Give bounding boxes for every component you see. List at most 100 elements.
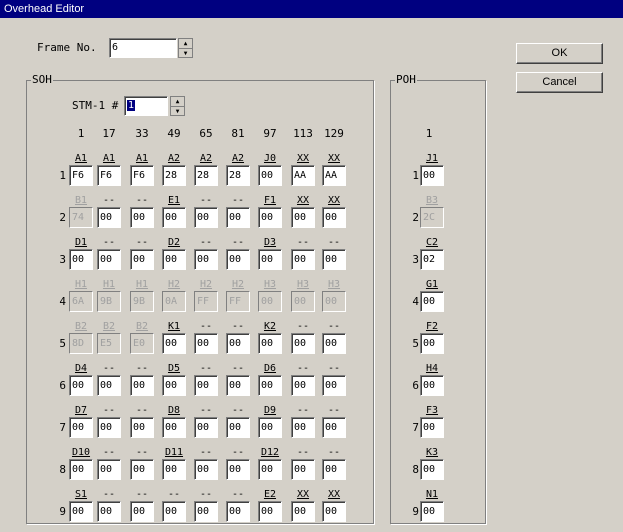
byte-field[interactable]: 00 <box>226 249 250 270</box>
byte-field[interactable]: 00 <box>258 207 282 228</box>
byte-field[interactable]: 00 <box>291 501 315 522</box>
byte-label: H1 <box>135 279 149 290</box>
byte-field[interactable]: 00 <box>194 417 218 438</box>
byte-label: K3 <box>425 447 439 458</box>
byte-field[interactable]: 00 <box>162 207 186 228</box>
byte-field: E5 <box>97 333 121 354</box>
byte-field[interactable]: 00 <box>194 249 218 270</box>
cancel-button[interactable]: Cancel <box>516 72 603 93</box>
byte-field[interactable]: 00 <box>194 207 218 228</box>
spin-down-icon[interactable]: ▼ <box>171 107 184 116</box>
byte-field[interactable]: 00 <box>226 501 250 522</box>
frame-number-input[interactable]: 6 <box>109 38 177 58</box>
byte-field[interactable]: 00 <box>69 375 93 396</box>
byte-field[interactable]: 00 <box>291 249 315 270</box>
byte-field[interactable]: 00 <box>130 375 154 396</box>
byte-field[interactable]: 02 <box>420 249 444 270</box>
byte-field[interactable]: 00 <box>420 501 444 522</box>
byte-label: D7 <box>74 405 88 416</box>
byte-field[interactable]: 00 <box>130 249 154 270</box>
byte-field[interactable]: 28 <box>162 165 186 186</box>
byte-field[interactable]: 00 <box>322 333 346 354</box>
byte-label: XX <box>296 489 310 500</box>
byte-field[interactable]: 00 <box>194 501 218 522</box>
byte-field[interactable]: 00 <box>162 501 186 522</box>
byte-field[interactable]: 00 <box>162 249 186 270</box>
byte-field[interactable]: AA <box>291 165 315 186</box>
spin-down-icon[interactable]: ▼ <box>179 49 192 58</box>
byte-label: XX <box>296 153 310 164</box>
byte-field[interactable]: 00 <box>162 375 186 396</box>
frame-number-spinner[interactable]: ▲ ▼ <box>178 38 193 58</box>
byte-field[interactable]: 00 <box>194 459 218 480</box>
spin-up-icon[interactable]: ▲ <box>171 97 184 107</box>
byte-field[interactable]: 00 <box>97 375 121 396</box>
byte-label: A2 <box>167 153 181 164</box>
byte-field[interactable]: 00 <box>291 375 315 396</box>
row-number: 3 <box>412 253 419 266</box>
byte-label: -- <box>199 405 213 416</box>
byte-field[interactable]: 00 <box>69 459 93 480</box>
byte-field[interactable]: 00 <box>162 333 186 354</box>
byte-field[interactable]: 00 <box>130 501 154 522</box>
byte-field[interactable]: 00 <box>97 249 121 270</box>
byte-field[interactable]: AA <box>322 165 346 186</box>
byte-field[interactable]: 00 <box>420 417 444 438</box>
byte-label: E2 <box>263 489 277 500</box>
byte-field[interactable]: 00 <box>258 417 282 438</box>
byte-field[interactable]: 00 <box>322 249 346 270</box>
byte-field[interactable]: 00 <box>130 459 154 480</box>
byte-field[interactable]: 00 <box>162 459 186 480</box>
ok-button[interactable]: OK <box>516 43 603 64</box>
byte-field[interactable]: 00 <box>258 165 282 186</box>
byte-field[interactable]: 00 <box>130 207 154 228</box>
soh-group-title: SOH <box>31 73 53 86</box>
byte-field[interactable]: 28 <box>226 165 250 186</box>
byte-field[interactable]: 00 <box>69 249 93 270</box>
stm-number-spinner[interactable]: ▲ ▼ <box>170 96 185 116</box>
column-number: 49 <box>167 127 181 140</box>
byte-field[interactable]: 00 <box>130 417 154 438</box>
byte-field[interactable]: 00 <box>322 459 346 480</box>
byte-field[interactable]: 00 <box>226 459 250 480</box>
byte-field[interactable]: 00 <box>420 165 444 186</box>
byte-field[interactable]: 00 <box>322 501 346 522</box>
stm-number-input[interactable]: 1 <box>124 96 168 116</box>
byte-field[interactable]: F6 <box>130 165 154 186</box>
byte-field[interactable]: 00 <box>69 501 93 522</box>
byte-field[interactable]: 28 <box>194 165 218 186</box>
byte-field[interactable]: 00 <box>291 459 315 480</box>
spin-up-icon[interactable]: ▲ <box>179 39 192 49</box>
byte-field[interactable]: 00 <box>258 333 282 354</box>
byte-label: XX <box>327 153 341 164</box>
byte-field[interactable]: 00 <box>322 417 346 438</box>
byte-field[interactable]: 00 <box>226 417 250 438</box>
byte-field[interactable]: 00 <box>420 459 444 480</box>
byte-field[interactable]: 00 <box>420 375 444 396</box>
byte-field[interactable]: 00 <box>291 417 315 438</box>
byte-field[interactable]: 00 <box>97 501 121 522</box>
byte-field[interactable]: F6 <box>69 165 93 186</box>
byte-field[interactable]: 00 <box>69 417 93 438</box>
byte-field[interactable]: F6 <box>97 165 121 186</box>
byte-label: -- <box>167 489 181 500</box>
byte-field[interactable]: 00 <box>258 249 282 270</box>
byte-field[interactable]: 00 <box>97 417 121 438</box>
byte-field[interactable]: 00 <box>420 291 444 312</box>
byte-field[interactable]: 00 <box>322 207 346 228</box>
byte-field[interactable]: 00 <box>258 459 282 480</box>
byte-field[interactable]: 00 <box>194 375 218 396</box>
byte-field[interactable]: 00 <box>420 333 444 354</box>
byte-field[interactable]: 00 <box>291 207 315 228</box>
byte-field[interactable]: 00 <box>97 459 121 480</box>
byte-field[interactable]: 00 <box>258 501 282 522</box>
byte-field[interactable]: 00 <box>291 333 315 354</box>
byte-field[interactable]: 00 <box>258 375 282 396</box>
byte-field[interactable]: 00 <box>162 417 186 438</box>
byte-field[interactable]: 00 <box>194 333 218 354</box>
byte-field[interactable]: 00 <box>97 207 121 228</box>
byte-field[interactable]: 00 <box>226 333 250 354</box>
byte-field[interactable]: 00 <box>226 207 250 228</box>
byte-field[interactable]: 00 <box>226 375 250 396</box>
byte-field[interactable]: 00 <box>322 375 346 396</box>
